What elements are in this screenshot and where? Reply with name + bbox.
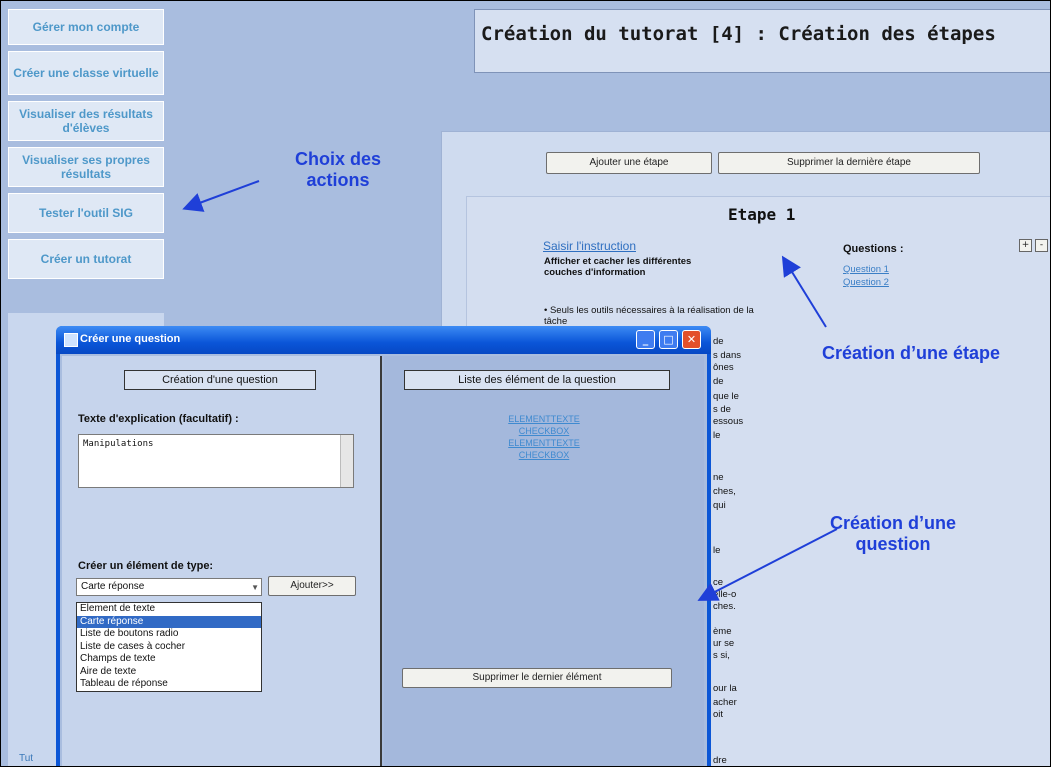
annotation-arrows <box>182 180 838 601</box>
screen: Gérer mon compte Créer une classe virtue… <box>0 0 1051 767</box>
arrow-to-sidebar <box>182 180 260 212</box>
arrow-to-step <box>781 255 827 328</box>
arrow-to-question <box>697 528 838 601</box>
